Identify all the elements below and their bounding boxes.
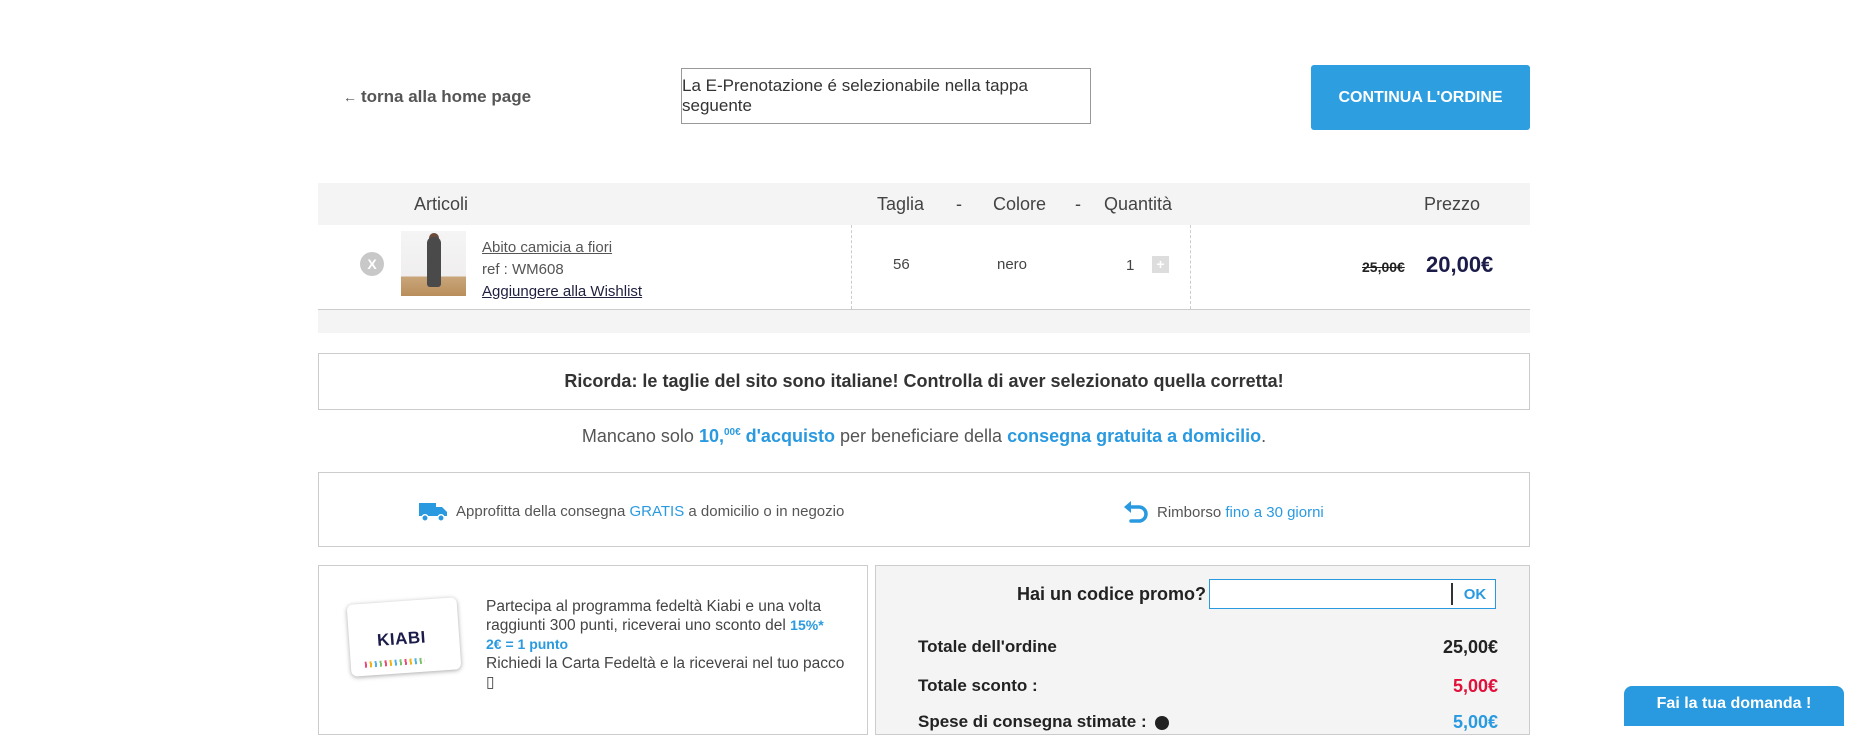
remaining-amount-int: 10, <box>698 426 724 446</box>
refund-benefit-prefix: Rimborso <box>1157 503 1222 521</box>
order-total-row: Totale dell'ordine 25,00€ <box>918 637 1498 657</box>
kiabi-logo: KIABI <box>376 627 427 650</box>
left-arrow-icon: ← <box>343 89 357 105</box>
product-name-link[interactable]: Abito camicia a fiori <box>482 239 612 256</box>
discount-total-value: 5,00€ <box>1452 676 1498 696</box>
promo-code-field: OK <box>1209 579 1496 609</box>
promo-code-input[interactable] <box>1210 580 1450 608</box>
text-cursor <box>1451 583 1453 605</box>
benefits-box: Approfitta della consegna GRATIS a domic… <box>318 472 1530 547</box>
product-ref: ref : WM608 <box>482 261 564 278</box>
add-to-wishlist-link[interactable]: Aggiungere alla Wishlist <box>482 283 642 300</box>
refund-benefit: Rimborso fino a 30 giorni <box>1121 498 1324 526</box>
new-price: 20,00€ <box>1426 252 1494 277</box>
cart-table-header: Articoli Taglia - Colore - Quantità Prez… <box>318 183 1530 225</box>
size-reminder: Ricorda: le taglie del sito sono italian… <box>318 353 1530 410</box>
shipping-estimate-value: 5,00€ <box>1452 712 1498 732</box>
old-price: 25,00€ <box>1362 259 1405 275</box>
header-size: Taglia <box>877 194 925 214</box>
product-thumbnail[interactable] <box>401 231 466 296</box>
loyalty-text-1: Partecipa al programma fedeltà Kiabi e u… <box>486 598 822 634</box>
remaining-amount-suffix: d'acquisto <box>740 426 835 446</box>
truck-icon <box>419 503 447 522</box>
return-arrow-icon <box>1124 501 1148 523</box>
thumbnail-model-dress <box>427 237 441 287</box>
order-summary: Hai un codice promo? OK Totale dell'ordi… <box>875 565 1530 735</box>
header-articles: Articoli <box>414 194 469 214</box>
ask-question-chat-button[interactable]: Fai la tua domanda ! <box>1624 686 1844 726</box>
promo-code-label: Hai un codice promo? <box>1017 584 1207 604</box>
order-total-value: 25,00€ <box>1442 637 1498 657</box>
delivery-benefit-free: GRATIS <box>629 502 685 520</box>
discount-total-row: Totale sconto : 5,00€ <box>918 676 1498 696</box>
cart-table-footer <box>318 310 1530 333</box>
header-separator: - <box>1075 194 1081 214</box>
delivery-benefit-prefix: Approfitta della consegna <box>456 502 626 520</box>
loyalty-points-rule: 2€ = 1 punto <box>486 636 569 652</box>
item-size: 56 <box>893 256 910 273</box>
delivery-benefit: Approfitta della consegna GRATIS a domic… <box>418 498 844 524</box>
free-shipping-middle: per beneficiare della <box>834 426 1008 446</box>
free-shipping-prefix: Mancano solo <box>581 426 699 446</box>
back-to-home-label: torna alla home page <box>361 87 532 106</box>
item-quantity: 1 <box>1126 257 1135 274</box>
loyalty-program-text: Partecipa al programma fedeltà Kiabi e u… <box>486 597 856 692</box>
refund-benefit-highlight: fino a 30 giorni <box>1225 503 1324 521</box>
eprenotazione-notice: La E-Prenotazione é selezionabile nella … <box>681 68 1091 124</box>
column-divider <box>1190 225 1191 309</box>
quantity-increase-button[interactable]: + <box>1152 256 1169 273</box>
header-price: Prezzo <box>1424 194 1481 214</box>
remove-item-button[interactable]: X <box>360 252 384 276</box>
discount-total-label: Totale sconto : <box>918 676 1038 695</box>
back-to-home-link[interactable]: ← torna alla home page <box>343 87 531 107</box>
loyalty-discount: 15%* <box>790 617 824 633</box>
free-delivery-highlight: consegna gratuita a domicilio <box>1007 426 1262 446</box>
shipping-estimate-row: Spese di consegna stimate : 5,00€ <box>918 712 1498 732</box>
loyalty-trailing-glyph: ▯ <box>486 674 495 691</box>
loyalty-text-2: Richiedi la Carta Fedeltà e la riceverai… <box>486 655 845 672</box>
help-icon[interactable] <box>1155 715 1170 730</box>
loyalty-program-box: KIABI Partecipa al programma fedeltà Kia… <box>318 565 868 735</box>
header-separator: - <box>956 194 962 214</box>
header-quantity: Quantità <box>1104 194 1173 214</box>
free-shipping-end: . <box>1261 426 1267 446</box>
order-total-label: Totale dell'ordine <box>918 637 1057 656</box>
delivery-benefit-suffix: a domicilio o in negozio <box>688 502 845 520</box>
promo-ok-button[interactable]: OK <box>1454 580 1496 608</box>
remaining-amount: 10,00€ d'acquisto <box>699 426 835 446</box>
column-divider <box>851 225 852 309</box>
loyalty-card-image: KIABI <box>346 597 462 677</box>
free-shipping-message: Mancano solo 10,00€ d'acquisto per benef… <box>318 426 1530 447</box>
card-color-dots <box>364 657 425 668</box>
header-color: Colore <box>993 194 1047 214</box>
item-color: nero <box>997 256 1028 273</box>
continue-order-button[interactable]: CONTINUA L'ORDINE <box>1311 65 1530 130</box>
shipping-estimate-label: Spese di consegna stimate : <box>918 712 1147 731</box>
remaining-amount-decimals: 00€ <box>723 427 741 438</box>
